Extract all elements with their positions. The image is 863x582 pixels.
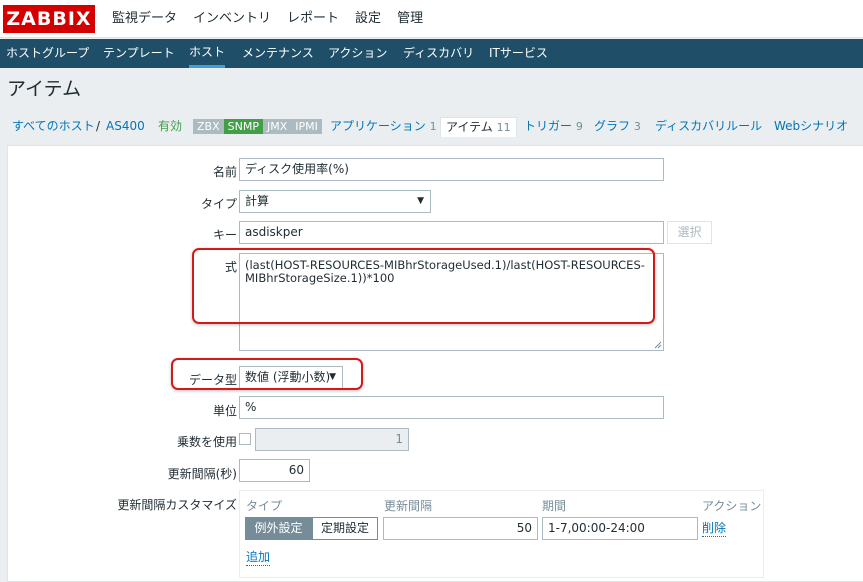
units-label: 単位 <box>212 404 237 418</box>
units-input[interactable]: % <box>239 396 664 419</box>
submenu-maintenance[interactable]: メンテナンス <box>242 39 314 68</box>
page-title: アイテム <box>7 78 82 100</box>
name-label: 名前 <box>212 165 237 179</box>
flexible-toggle[interactable]: 例外設定 <box>245 517 312 540</box>
tab-label: アイテム <box>446 120 493 134</box>
multiplier-input[interactable]: 1 <box>255 428 409 451</box>
tab-items[interactable]: アイテム 11 <box>440 117 517 137</box>
submenu-discovery[interactable]: ディスカバリ <box>403 39 474 68</box>
type-select-value: 計算 <box>245 194 270 208</box>
item-form: 名前 ディスク使用率(%) タイプ 計算 ▼ キー asdiskper 選択 式… <box>7 145 863 582</box>
type-label: タイプ <box>200 197 237 211</box>
select-key-button[interactable]: 選択 <box>667 221 712 244</box>
custom-period-input[interactable]: 1-7,00:00-24:00 <box>542 517 698 540</box>
submenu-actions[interactable]: アクション <box>328 39 387 68</box>
col-period: 期間 <box>542 499 567 513</box>
submenu-it-services[interactable]: ITサービス <box>489 39 548 68</box>
tab-discovery-rules[interactable]: ディスカバリルール <box>655 112 762 141</box>
tab-count: 3 <box>633 120 641 133</box>
jmx-badge: JMX <box>262 119 292 134</box>
interval-input[interactable]: 60 <box>239 459 310 482</box>
datatype-highlight-box <box>171 358 363 390</box>
zbx-badge: ZBX <box>193 119 224 134</box>
key-label: キー <box>212 228 237 242</box>
top-navigation: ZABBIX 監視データ インベントリ レポート 設定 管理 <box>0 0 863 38</box>
custom-intervals-table: タイプ 更新間隔 期間 アクション 例外設定 定期設定 50 1-7,00:00… <box>239 490 764 578</box>
interval-label: 更新間隔(秒) <box>167 467 237 481</box>
availability-badges: ZBX SNMP JMX IPMI <box>193 119 322 134</box>
submenu-templates[interactable]: テンプレート <box>103 39 175 68</box>
all-hosts-link[interactable]: すべてのホスト <box>12 112 95 141</box>
col-type: タイプ <box>246 499 283 513</box>
host-status[interactable]: 有効 <box>158 112 182 141</box>
multiplier-label: 乗数を使用 <box>176 435 237 449</box>
tab-count: 9 <box>575 120 583 133</box>
menu-inventory[interactable]: インベントリ <box>193 0 271 38</box>
dropdown-arrow-icon: ▼ <box>417 196 424 206</box>
host-link[interactable]: AS400 <box>106 112 145 141</box>
submenu-host-groups[interactable]: ホストグループ <box>6 39 89 68</box>
menu-reports[interactable]: レポート <box>287 0 339 38</box>
tab-graphs[interactable]: グラフ 3 <box>594 112 641 141</box>
custom-interval-input[interactable]: 50 <box>383 517 538 540</box>
tab-count: 11 <box>496 121 511 134</box>
submenu-hosts[interactable]: ホスト <box>189 39 226 68</box>
remove-link[interactable]: 削除 <box>702 521 727 537</box>
resize-grip-icon[interactable] <box>654 341 662 349</box>
sub-navigation: ホストグループ テンプレート ホスト メンテナンス アクション ディスカバリ I… <box>0 39 863 68</box>
formula-highlight-box <box>192 248 655 324</box>
add-link[interactable]: 追加 <box>246 550 271 566</box>
tab-count: 1 <box>429 120 437 133</box>
tab-triggers[interactable]: トリガー 9 <box>524 112 583 141</box>
multiplier-checkbox[interactable] <box>239 433 251 445</box>
tab-applications[interactable]: アプリケーション 1 <box>330 112 437 141</box>
custom-intervals-label: 更新間隔カスタマイズ <box>117 498 237 512</box>
menu-monitoring[interactable]: 監視データ <box>112 0 177 38</box>
scheduling-toggle[interactable]: 定期設定 <box>312 517 378 540</box>
key-input[interactable]: asdiskper <box>239 221 664 244</box>
host-navigation: すべてのホスト / AS400 有効 ZBX SNMP JMX IPMI アプリ… <box>0 112 863 141</box>
menu-configuration[interactable]: 設定 <box>355 0 381 38</box>
type-select[interactable]: 計算 ▼ <box>239 190 431 213</box>
col-action: アクション <box>702 499 762 513</box>
tab-web-scenarios[interactable]: Webシナリオ <box>774 112 848 141</box>
tab-label: トリガー <box>524 119 573 133</box>
tab-label: グラフ <box>594 119 631 133</box>
tab-label: アプリケーション <box>330 119 426 133</box>
main-menu: 監視データ インベントリ レポート 設定 管理 <box>112 0 439 38</box>
col-interval: 更新間隔 <box>384 499 433 513</box>
menu-administration[interactable]: 管理 <box>397 0 423 38</box>
name-input[interactable]: ディスク使用率(%) <box>239 158 664 181</box>
zabbix-logo[interactable]: ZABBIX <box>3 5 95 33</box>
ipmi-badge: IPMI <box>291 119 322 134</box>
snmp-badge: SNMP <box>223 119 263 134</box>
breadcrumb-separator: / <box>96 119 101 133</box>
